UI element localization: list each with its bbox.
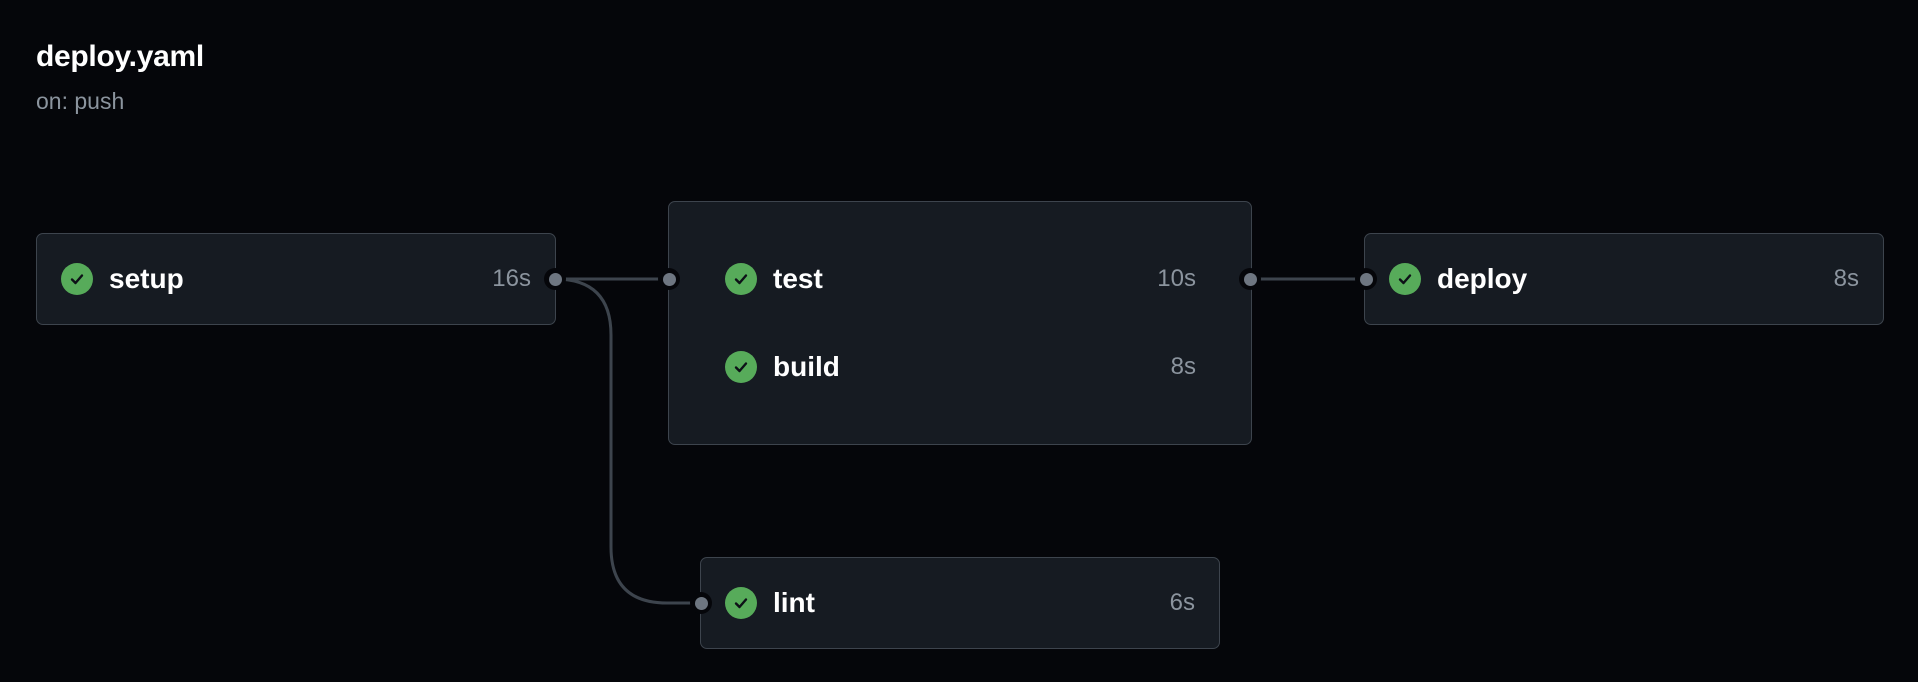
job-row-setup[interactable]: setup 16s — [61, 259, 531, 299]
job-duration: 16s — [492, 265, 531, 292]
setup-output-port — [544, 268, 566, 290]
job-row-test[interactable]: test 10s — [725, 259, 1196, 299]
job-node-lint[interactable]: lint 6s — [700, 557, 1220, 649]
job-name: setup — [109, 263, 184, 294]
job-name: lint — [773, 587, 815, 618]
job-duration: 6s — [1169, 589, 1195, 616]
job-name: test — [773, 263, 823, 294]
job-name: build — [773, 351, 840, 382]
job-group-test-build: test 10s build 8s — [668, 201, 1252, 445]
deploy-input-port — [1355, 268, 1377, 290]
job-row-lint[interactable]: lint 6s — [725, 583, 1195, 623]
check-circle-icon — [725, 351, 757, 383]
job-row-build[interactable]: build 8s — [725, 347, 1196, 387]
group-input-port — [658, 268, 680, 290]
check-circle-icon — [61, 263, 93, 295]
check-circle-icon — [725, 263, 757, 295]
job-node-deploy[interactable]: deploy 8s — [1364, 233, 1884, 325]
check-circle-icon — [1389, 263, 1421, 295]
job-node-setup[interactable]: setup 16s — [36, 233, 556, 325]
job-row-deploy[interactable]: deploy 8s — [1389, 259, 1859, 299]
job-duration: 10s — [1157, 265, 1196, 292]
job-duration: 8s — [1833, 265, 1859, 292]
job-duration: 8s — [1170, 353, 1196, 380]
check-circle-icon — [725, 587, 757, 619]
job-name: deploy — [1437, 263, 1528, 294]
group-output-port — [1239, 268, 1261, 290]
lint-input-port — [690, 592, 712, 614]
